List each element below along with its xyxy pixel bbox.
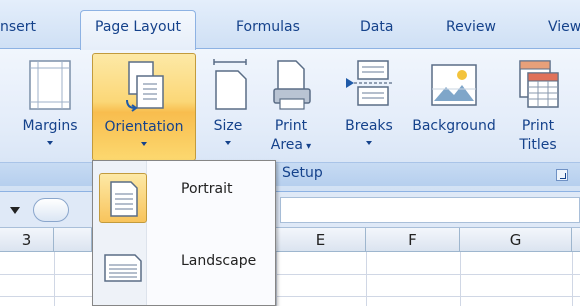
breaks-icon — [346, 60, 392, 106]
print-titles-label: Print — [521, 118, 555, 134]
page-setup-group-label: Setup — [282, 165, 323, 181]
size-label: Size — [213, 118, 243, 134]
orientation-icon — [126, 61, 164, 112]
dialog-launcher-icon[interactable] — [556, 169, 568, 181]
menu-item-portrait[interactable]: Portrait — [95, 167, 273, 229]
margins-label: Margins — [22, 118, 78, 134]
landscape-label: Landscape — [181, 253, 257, 269]
column-header[interactable]: 3 — [0, 228, 54, 252]
worksheet-grid[interactable] — [0, 252, 580, 306]
chevron-down-icon — [141, 142, 147, 146]
print-titles-label-2: Titles — [519, 137, 557, 153]
portrait-label: Portrait — [181, 181, 233, 197]
background-label: Background — [412, 118, 496, 134]
print-area-button[interactable]: Print Area ▾ — [260, 53, 322, 161]
grid-line — [572, 252, 573, 306]
column-header[interactable]: E — [276, 228, 366, 252]
tab-formulas[interactable]: Formulas — [236, 19, 300, 45]
print-area-icon — [273, 60, 311, 110]
grid-line — [0, 296, 580, 297]
name-box-dropdown-icon[interactable] — [10, 207, 20, 214]
column-header[interactable]: F — [366, 228, 460, 252]
portrait-page-icon — [110, 181, 138, 217]
breaks-label: Breaks — [345, 118, 393, 134]
tab-data[interactable]: Data — [360, 19, 393, 45]
orientation-button[interactable]: Orientation — [92, 53, 196, 161]
chevron-down-icon — [366, 141, 372, 145]
print-area-label-2: Area ▾ — [270, 137, 312, 153]
grid-line — [0, 274, 580, 275]
tab-page-layout[interactable]: Page Layout — [80, 10, 196, 50]
tab-view[interactable]: View — [548, 19, 580, 45]
grid-line — [276, 252, 277, 306]
grid-line — [460, 252, 461, 306]
chevron-down-icon — [225, 141, 231, 145]
tab-insert[interactable]: nsert — [0, 19, 36, 45]
column-header[interactable]: G — [460, 228, 572, 252]
size-icon — [213, 59, 247, 110]
margins-icon — [29, 60, 71, 110]
landscape-page-icon — [104, 254, 142, 282]
expand-collapse-button[interactable] — [33, 198, 69, 222]
grid-line — [366, 252, 367, 306]
breaks-button[interactable]: Breaks — [334, 53, 404, 161]
orientation-label: Orientation — [104, 119, 184, 135]
background-icon — [431, 64, 477, 106]
print-titles-icon — [519, 60, 559, 108]
grid-line — [54, 252, 55, 306]
chevron-down-icon — [47, 141, 53, 145]
print-area-label: Print — [274, 118, 308, 134]
formula-input[interactable] — [280, 197, 580, 223]
margins-button[interactable]: Margins — [14, 53, 86, 161]
tab-review[interactable]: Review — [446, 19, 496, 45]
background-button[interactable]: Background — [402, 53, 506, 161]
size-button[interactable]: Size — [204, 53, 252, 161]
print-titles-button[interactable]: Print Titles — [508, 53, 568, 161]
menu-item-landscape[interactable]: Landscape — [95, 237, 273, 299]
column-header[interactable] — [54, 228, 92, 252]
orientation-menu: Portrait Landscape — [92, 160, 276, 306]
